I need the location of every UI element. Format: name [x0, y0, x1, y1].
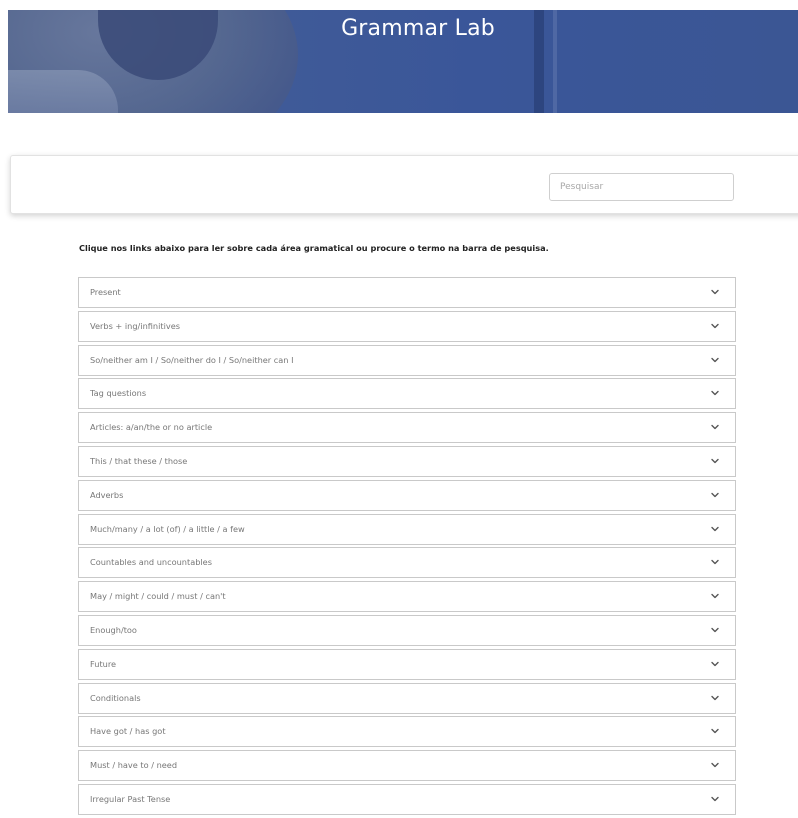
- accordion-item[interactable]: Irregular Past Tense: [78, 783, 736, 815]
- accordion-item[interactable]: Adverbs: [78, 479, 736, 511]
- accordion-item-label: Verbs + ing/infinitives: [90, 320, 181, 331]
- accordion-item-label: Must / have to / need: [90, 760, 178, 771]
- chevron-down-icon[interactable]: [711, 762, 719, 768]
- accordion-item[interactable]: Articles: a/an/the or no article: [78, 412, 736, 444]
- accordion-item[interactable]: Verbs + ing/infinitives: [78, 310, 736, 342]
- chevron-down-icon[interactable]: [711, 526, 719, 532]
- hero-banner: Grammar Lab: [8, 10, 798, 113]
- chevron-down-icon[interactable]: [711, 559, 719, 565]
- hero-image-pillar: [534, 10, 544, 113]
- chevron-down-icon[interactable]: [711, 323, 719, 329]
- chevron-down-icon[interactable]: [711, 458, 719, 464]
- chevron-down-icon[interactable]: [711, 796, 719, 802]
- accordion-item-label: Much/many / a lot (of) / a little / a fe…: [90, 523, 245, 534]
- accordion-item[interactable]: So/neither am I / So/neither do I / So/n…: [78, 344, 736, 376]
- accordion-item-label: Have got / has got: [90, 726, 166, 737]
- accordion-item-label: May / might / could / must / can't: [90, 591, 226, 602]
- accordion-item-label: Tag questions: [90, 388, 147, 399]
- page-title: Grammar Lab: [341, 16, 495, 41]
- chevron-down-icon[interactable]: [711, 424, 719, 430]
- accordion-item[interactable]: Must / have to / need: [78, 750, 736, 782]
- accordion-item-label: Adverbs: [90, 489, 124, 500]
- chevron-down-icon[interactable]: [711, 357, 719, 363]
- accordion-item[interactable]: Tag questions: [78, 378, 736, 410]
- chevron-down-icon[interactable]: [711, 492, 719, 498]
- hero-image-pillar-highlight: [553, 10, 557, 113]
- accordion-item[interactable]: Conditionals: [78, 682, 736, 714]
- chevron-down-icon[interactable]: [711, 390, 719, 396]
- accordion-item-label: So/neither am I / So/neither do I / So/n…: [90, 354, 294, 365]
- accordion-item[interactable]: Much/many / a lot (of) / a little / a fe…: [78, 513, 736, 545]
- accordion-item-label: This / that these / those: [90, 455, 188, 466]
- search-input[interactable]: [549, 173, 734, 201]
- accordion-item[interactable]: May / might / could / must / can't: [78, 581, 736, 613]
- accordion-item-label: Future: [90, 658, 117, 669]
- search-bar-card: [10, 155, 798, 214]
- chevron-down-icon[interactable]: [711, 627, 719, 633]
- intro-text: Clique nos links abaixo para ler sobre c…: [79, 243, 549, 253]
- accordion-item[interactable]: Present: [78, 277, 736, 308]
- chevron-down-icon[interactable]: [711, 289, 719, 295]
- chevron-down-icon[interactable]: [711, 695, 719, 701]
- accordion-item-label: Countables and uncountables: [90, 557, 212, 568]
- chevron-down-icon[interactable]: [711, 593, 719, 599]
- accordion-item[interactable]: Countables and uncountables: [78, 547, 736, 579]
- accordion-item[interactable]: Future: [78, 648, 736, 680]
- chevron-down-icon[interactable]: [711, 661, 719, 667]
- chevron-down-icon[interactable]: [711, 728, 719, 734]
- accordion-item-label: Present: [90, 287, 121, 297]
- accordion-item[interactable]: Enough/too: [78, 614, 736, 646]
- grammar-topics-accordion: Present Verbs + ing/infinitives So/neither…: [78, 277, 736, 818]
- accordion-item-label: Articles: a/an/the or no article: [90, 422, 213, 433]
- accordion-item-label: Conditionals: [90, 692, 141, 703]
- accordion-item[interactable]: Have got / has got: [78, 716, 736, 748]
- accordion-item-label: Enough/too: [90, 624, 137, 635]
- accordion-item[interactable]: This / that these / those: [78, 445, 736, 477]
- accordion-item-label: Irregular Past Tense: [90, 793, 171, 804]
